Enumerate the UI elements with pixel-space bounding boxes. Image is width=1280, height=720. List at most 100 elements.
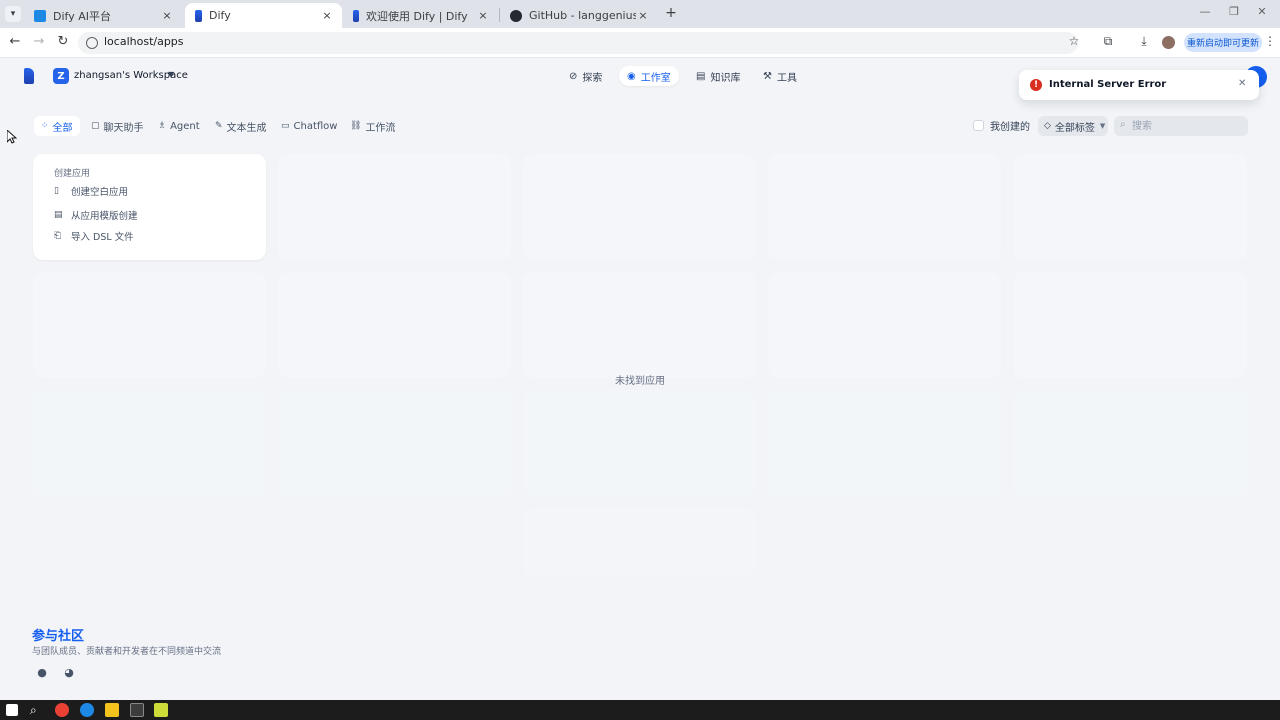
dify-favicon-icon [34,9,46,22]
search-icon: ⌕ [1120,119,1126,130]
app-icon[interactable] [80,703,94,717]
tab-close-icon[interactable]: × [636,9,650,22]
windows-start-icon[interactable] [6,704,18,716]
app-card-placeholder [768,272,1001,378]
bookmark-star-icon[interactable]: ☆ [1066,34,1082,48]
nav-label: 探索 [582,72,603,84]
tab-title: Dify [209,9,231,22]
filter-label: 全部 [52,122,73,134]
url-text[interactable]: localhost/apps [104,35,184,48]
os-taskbar: ⌕ [0,700,1280,720]
notepad-icon[interactable] [154,703,168,717]
filter-tab-chat[interactable]: ▢ 聊天助手 [84,116,151,136]
tab-close-icon[interactable]: × [320,9,334,22]
filter-tab-agent[interactable]: ♗ Agent [151,116,207,136]
app-card-placeholder [1013,154,1247,260]
create-item-label: 导入 DSL 文件 [71,232,134,243]
chevron-down-icon[interactable]: ▼ [168,70,174,79]
nav-explore[interactable]: ⊘ 探索 [561,66,610,86]
nav-tools[interactable]: ⚒ 工具 [755,66,805,86]
workspace-avatar[interactable]: Z [53,68,69,84]
back-icon[interactable]: ← [7,34,23,50]
app-card-placeholder [768,154,1001,260]
tab-close-icon[interactable]: × [160,9,174,22]
explore-icon: ⊘ [569,70,578,82]
address-bar[interactable]: localhost/apps [78,32,1078,54]
browser-tab-github[interactable]: GitHub - langgenius/dify at × [500,3,658,28]
error-icon: ! [1030,79,1042,91]
filter-label: 文本生成 [226,122,267,134]
create-app-heading: 创建应用 [54,169,91,179]
app-card-placeholder [523,272,756,378]
forward-icon[interactable]: → [31,34,47,50]
tag-icon: ◇ [1044,121,1051,131]
nav-knowledge[interactable]: ▤ 知识库 [688,66,748,86]
minimize-icon[interactable]: — [1199,5,1211,18]
created-by-me-toggle[interactable]: 我创建的 [973,118,1030,133]
browser-tab-dify-ai[interactable]: Dify AI平台 × [24,3,182,28]
browser-tab-dify-docs[interactable]: 欢迎使用 Dify | Dify × [343,3,498,28]
import-dsl-button[interactable]: ⎗ 导入 DSL 文件 [54,229,134,243]
dify-logo-icon[interactable] [24,68,34,84]
agent-icon: ♗ [158,121,167,131]
search-icon[interactable]: ⌕ [30,703,44,717]
chrome-icon[interactable] [55,703,69,717]
filter-tab-completion[interactable]: ✎ 文本生成 [208,116,274,136]
search-input[interactable] [1132,118,1242,134]
empty-state-text: 未找到应用 [615,376,665,387]
create-blank-app-button[interactable]: ▯ 创建空白应用 [54,184,128,198]
close-icon[interactable]: ✕ [1238,78,1246,89]
grid-icon: ⁘ [41,121,49,131]
nav-label: 工作室 [640,72,671,84]
workflow-icon: ⛓ [350,121,362,131]
nav-label: 知识库 [710,72,741,84]
close-window-icon[interactable]: ✕ [1256,5,1268,18]
studio-icon: ◉ [627,70,636,82]
profile-avatar[interactable] [1162,36,1175,49]
tab-close-icon[interactable]: × [476,9,490,22]
filter-label: Agent [170,120,200,132]
filter-label: 聊天助手 [103,122,144,134]
nav-studio[interactable]: ◉ 工作室 [619,66,679,86]
app-card-placeholder [33,272,266,378]
text-generation-icon: ✎ [215,121,223,131]
app-card-placeholder [278,154,511,260]
new-tab-button[interactable]: + [664,5,678,21]
tag-filter-label: 全部标签 [1054,122,1095,134]
tab-title: 欢迎使用 Dify | Dify [366,9,468,23]
community-title: 参与社区 [32,629,85,644]
create-app-card: 创建应用 ▯ 创建空白应用 ▤ 从应用模版创建 ⎗ 导入 DSL 文件 [33,154,266,260]
import-icon: ⎗ [54,231,62,241]
checkbox[interactable] [973,120,984,131]
discord-icon[interactable]: ◕ [62,666,76,680]
browser-tab-dify-active[interactable]: Dify × [185,3,342,28]
tag-filter-dropdown[interactable]: ◇ 全部标签 ▼ [1038,116,1108,136]
file-plus-icon: ▯ [54,186,59,196]
download-icon[interactable]: ⤓ [1136,34,1152,49]
filter-tab-workflow[interactable]: ⛓ 工作流 [343,116,402,136]
tools-icon: ⚒ [763,70,772,82]
error-toast: ! Internal Server Error ✕ [1019,70,1259,100]
terminal-icon[interactable] [130,703,144,717]
filter-label: 工作流 [365,122,396,134]
browser-menu-icon[interactable]: ⋮ [1264,34,1276,48]
filter-tab-all[interactable]: ⁘ 全部 [34,116,80,136]
extensions-icon[interactable]: ⧉ [1100,34,1116,49]
create-from-template-button[interactable]: ▤ 从应用模版创建 [54,208,138,222]
search-box[interactable]: ⌕ [1114,116,1248,136]
app-card-placeholder [1013,272,1247,378]
reload-icon[interactable]: ↻ [55,34,71,50]
browser-toolbar: ← → ↻ localhost/apps ☆ ⧉ ⤓ 重新启动即可更新 ⋮ [0,28,1280,58]
app-card-placeholder [523,508,756,578]
site-info-icon[interactable] [86,37,98,49]
file-explorer-icon[interactable] [105,703,119,717]
tab-search-button[interactable]: ▾ [5,6,21,22]
template-icon: ▤ [54,210,63,220]
filter-tab-chatflow[interactable]: ▭ Chatflow [274,116,344,136]
app-card-placeholder [278,272,511,378]
restart-to-update-button[interactable]: 重新启动即可更新 [1184,33,1262,52]
github-icon[interactable]: ● [35,666,49,680]
app-card-placeholder [523,154,756,260]
tab-title: Dify AI平台 [53,9,111,23]
restore-icon[interactable]: ❐ [1228,5,1240,18]
